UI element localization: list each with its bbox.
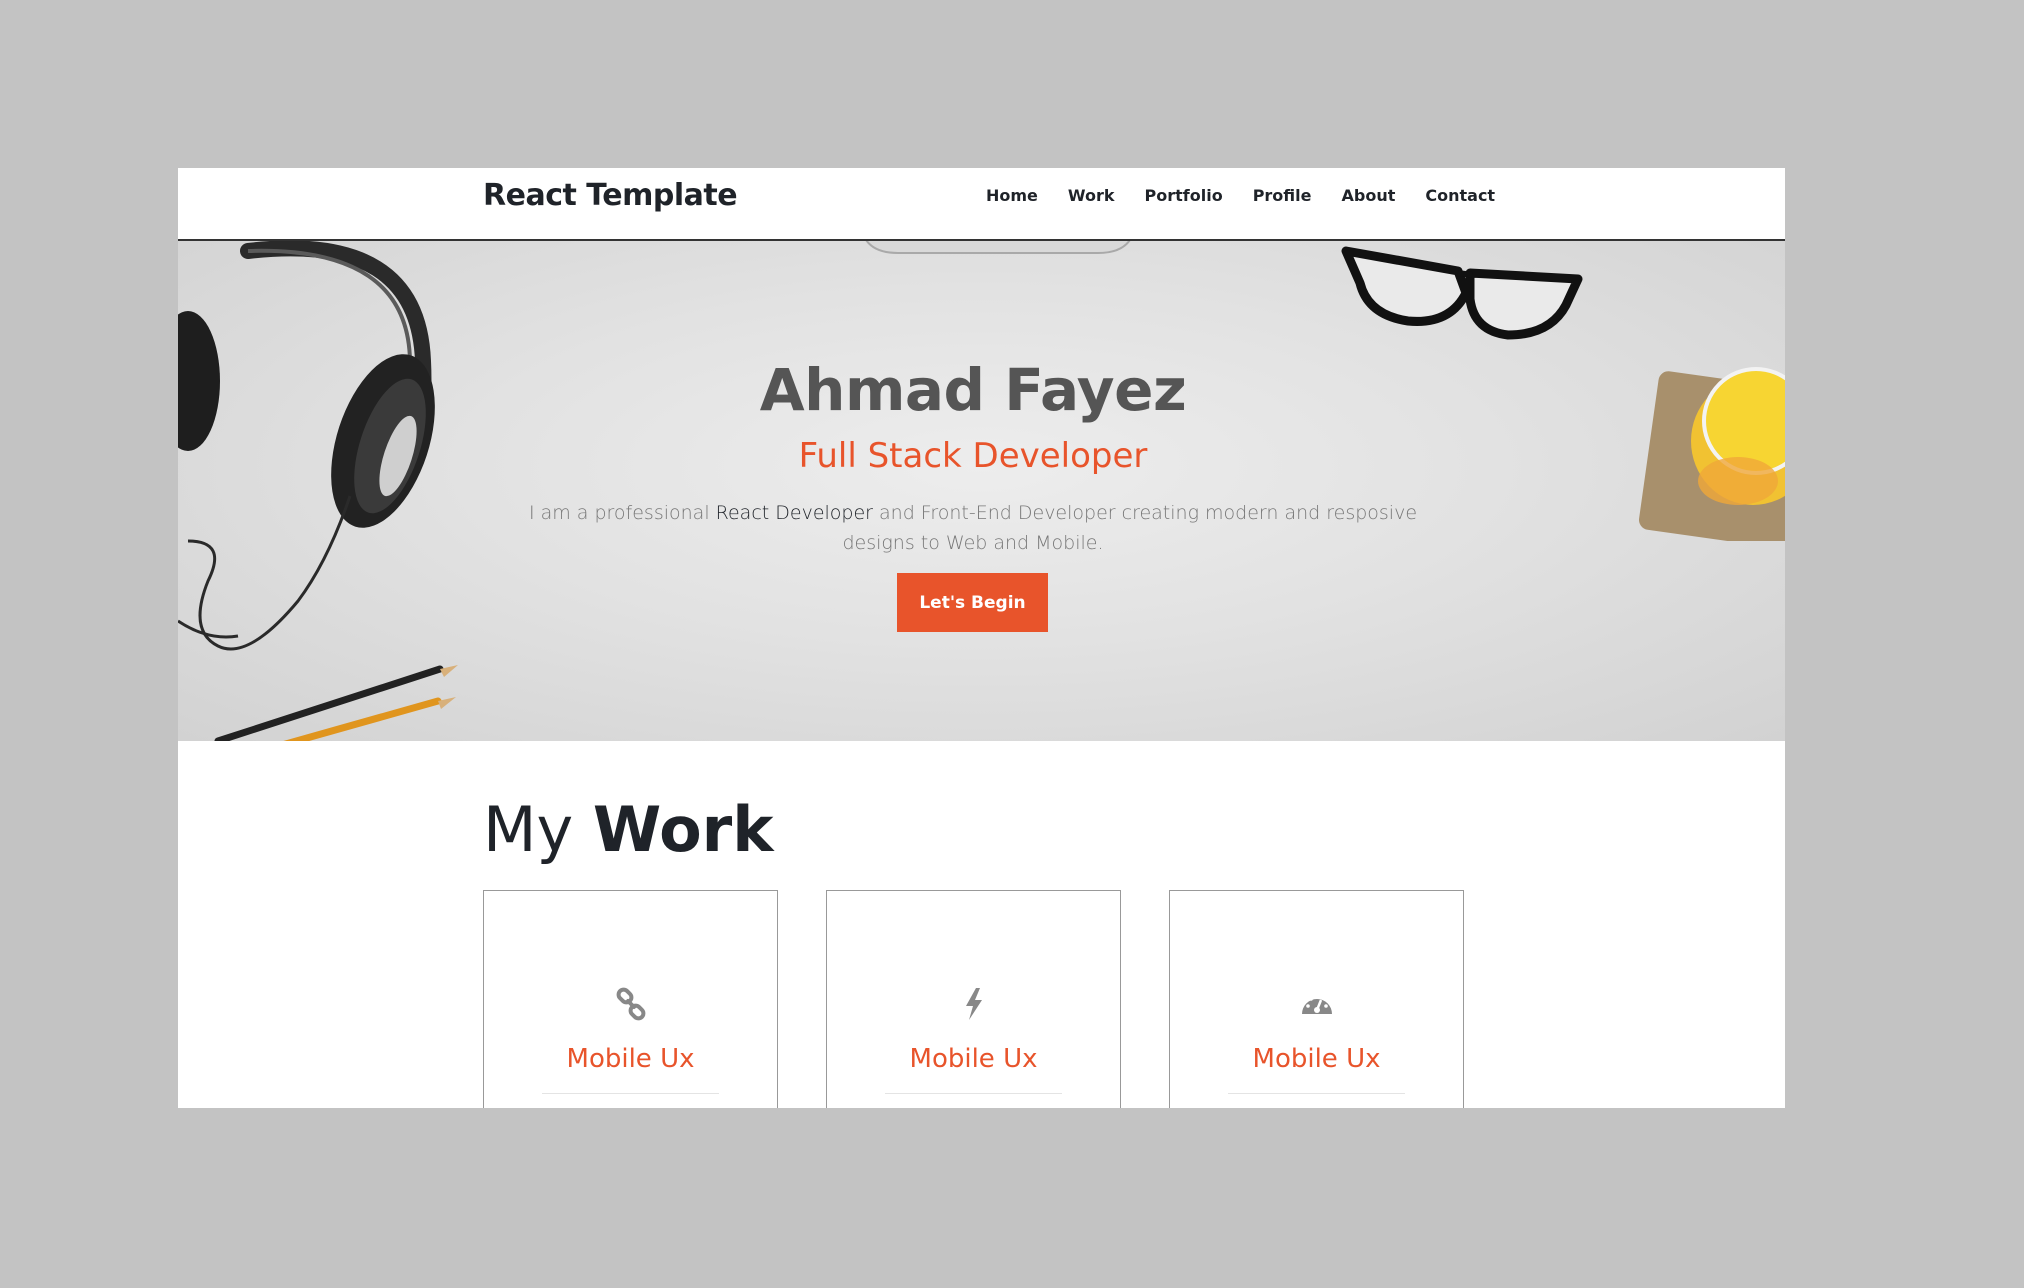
card-title: Mobile Ux	[909, 1044, 1038, 1074]
nav-links: Home Work Portfolio Profile About Contac…	[986, 186, 1525, 205]
nav-link-about[interactable]: About	[1342, 186, 1396, 205]
work-title-light: My	[483, 793, 593, 866]
work-card[interactable]: Mobile Ux	[826, 890, 1121, 1108]
card-divider	[542, 1093, 719, 1094]
hero-desc-before: I am a professional	[528, 502, 716, 524]
hero-section: Ahmad Fayez Full Stack Developer I am a …	[178, 241, 1785, 741]
card-title: Mobile Ux	[1252, 1044, 1381, 1074]
work-title-bold: Work	[592, 793, 774, 866]
card-divider	[885, 1093, 1062, 1094]
card-divider	[1228, 1093, 1405, 1094]
pencils-decoration	[214, 665, 458, 741]
nav-link-contact[interactable]: Contact	[1425, 186, 1495, 205]
nav-link-home[interactable]: Home	[986, 186, 1038, 205]
hero-description: I am a professional React Developer and …	[498, 498, 1448, 558]
hero-name: Ahmad Fayez	[759, 356, 1187, 424]
card-title: Mobile Ux	[566, 1044, 695, 1074]
link-icon	[484, 986, 777, 1022]
nav-link-profile[interactable]: Profile	[1253, 186, 1312, 205]
hero-desc-after: and Front-End Developer creating modern …	[842, 502, 1418, 554]
lets-begin-button[interactable]: Let's Begin	[897, 573, 1048, 632]
page-frame: React Template Home Work Portfolio Profi…	[178, 168, 1785, 1108]
work-card[interactable]: Mobile Ux	[483, 890, 778, 1108]
work-section: My Work Mobile Ux Mobile Ux Mobile Ux	[178, 741, 1785, 1108]
hero-desc-highlight: React Developer	[715, 502, 873, 524]
bolt-icon	[827, 986, 1120, 1022]
glasses-decoration	[1341, 246, 1583, 340]
hero-role: Full Stack Developer	[798, 436, 1148, 476]
device-edge-decoration	[865, 241, 1131, 254]
nav-link-portfolio[interactable]: Portfolio	[1145, 186, 1223, 205]
nav-link-work[interactable]: Work	[1068, 186, 1115, 205]
work-card[interactable]: Mobile Ux	[1169, 890, 1464, 1108]
work-title: My Work	[483, 793, 774, 866]
navbar: React Template Home Work Portfolio Profi…	[178, 168, 1785, 241]
dashboard-icon	[1170, 986, 1463, 1022]
brand-logo[interactable]: React Template	[483, 178, 738, 213]
